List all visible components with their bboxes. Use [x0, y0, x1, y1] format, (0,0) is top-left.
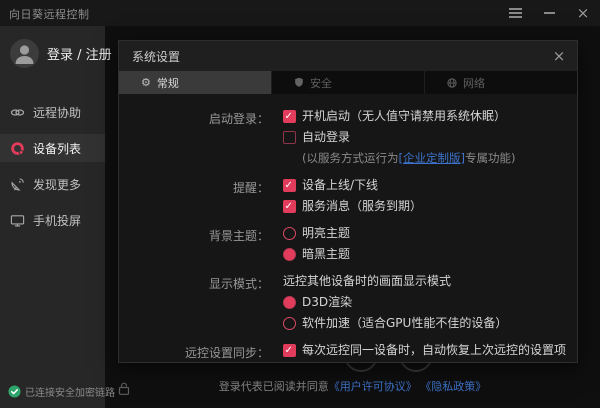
sidebar-item-label: 远程协助	[33, 105, 82, 120]
option-label: 每次远控同一设备时，自动恢复上次远控的设置项	[302, 343, 567, 357]
option-service-message[interactable]: 服务消息（服务到期）	[283, 199, 422, 214]
agreement-prefix: 登录代表已阅读并同意	[218, 380, 329, 393]
screen-mirror-icon	[10, 214, 25, 226]
row-label: 启动登录：	[208, 112, 269, 126]
tab-security[interactable]: 安全	[271, 71, 424, 94]
option-label: 服务消息（服务到期）	[302, 199, 423, 213]
row-label: 远控设置同步：	[184, 346, 269, 360]
avatar	[10, 39, 39, 68]
connection-status: 已连接安全加密链路	[8, 384, 115, 399]
menu-icon[interactable]	[498, 0, 532, 26]
gear-icon: ⚙	[141, 76, 151, 89]
setting-row-display: 显示模式： 远控其他设备时的画面显示模式 D3D渲染 软件加速（适合GPU性能不…	[119, 274, 577, 331]
option-label: 自动登录	[302, 130, 351, 144]
option-auto-login[interactable]: 自动登录	[283, 130, 515, 145]
sidebar-item-label: 发现更多	[33, 177, 82, 192]
checkbox-checked[interactable]	[283, 343, 296, 358]
display-mode-description: 远控其他设备时的画面显示模式	[283, 274, 452, 288]
sidebar-item-discover[interactable]: 发现更多	[0, 170, 105, 198]
satellite-dish-icon	[11, 177, 24, 191]
app-title: 向日葵远程控制	[9, 8, 90, 21]
option-dark-theme[interactable]: 暗黑主题	[283, 247, 350, 262]
shield-icon	[295, 77, 303, 87]
dialog-tabs: ⚙ 常规 安全 网络	[119, 71, 577, 94]
setting-row-remind: 提醒： 设备上线/下线 服务消息（服务到期）	[119, 178, 577, 214]
radio-selected[interactable]	[283, 296, 296, 309]
privacy-policy-link[interactable]: 《隐私政策》	[420, 380, 486, 393]
row-label: 提醒：	[232, 181, 269, 195]
option-label: 暗黑主题	[302, 247, 351, 261]
dialog-title: 系统设置	[132, 49, 181, 64]
dialog-close-icon[interactable]: ×	[550, 47, 568, 65]
option-label: D3D渲染	[302, 295, 353, 309]
option-light-theme[interactable]: 明亮主题	[283, 226, 350, 241]
title-bar: 向日葵远程控制 ×	[0, 0, 600, 26]
dialog-header: 系统设置 ×	[119, 41, 577, 71]
radio-selected[interactable]	[283, 248, 296, 261]
system-settings-dialog: 系统设置 × ⚙ 常规 安全 网络 启动登录： 开机启动（无人值守请	[118, 40, 578, 363]
row-label: 显示模式：	[208, 277, 269, 291]
login-area[interactable]: 登录 / 注册	[0, 26, 112, 74]
tab-general[interactable]: ⚙ 常规	[119, 71, 271, 94]
sidebar-item-phone-cast[interactable]: 手机投屏	[0, 206, 105, 234]
dialog-body: 启动登录： 开机启动（无人值守请禁用系统休眠） 自动登录 (以服务方式运行为[企…	[119, 94, 577, 361]
row-label: 背景主题：	[208, 229, 269, 243]
startup-note: (以服务方式运行为[企业定制版]专属功能)	[302, 151, 516, 165]
secure-badge-icon	[8, 385, 21, 398]
agreement-line: 登录代表已阅读并同意《用户许可协议》 《隐私政策》	[105, 378, 600, 394]
sidebar: 登录 / 注册 远程协助 设备列表 发现更多 手机投屏 已连接安全加密链路	[0, 26, 115, 408]
option-label: 明亮主题	[302, 226, 351, 240]
close-window-icon[interactable]: ×	[566, 0, 600, 26]
option-label: 开机启动（无人值守请禁用系统休眠）	[302, 109, 507, 123]
sidebar-item-device-list[interactable]: 设备列表	[0, 134, 105, 162]
setting-row-sync: 远控设置同步： 每次远控同一设备时，自动恢复上次远控的设置项	[119, 343, 577, 361]
option-d3d-render[interactable]: D3D渲染	[283, 295, 507, 310]
login-register-label: 登录 / 注册	[47, 48, 112, 63]
window-controls: ×	[498, 0, 600, 26]
user-icon	[10, 39, 39, 68]
option-sync-settings[interactable]: 每次远控同一设备时，自动恢复上次远控的设置项	[283, 343, 566, 358]
connection-status-text: 已连接安全加密链路	[25, 388, 115, 399]
tab-label: 常规	[156, 76, 179, 90]
tab-label: 网络	[463, 76, 485, 90]
link-icon	[10, 108, 25, 116]
checkbox-checked[interactable]	[283, 199, 296, 214]
option-software-accel[interactable]: 软件加速（适合GPU性能不佳的设备）	[283, 316, 507, 331]
option-device-online[interactable]: 设备上线/下线	[283, 178, 422, 193]
minimize-icon[interactable]	[532, 0, 566, 26]
sidebar-item-label: 手机投屏	[33, 213, 82, 228]
option-label: 软件加速（适合GPU性能不佳的设备）	[302, 316, 508, 330]
option-label: 设备上线/下线	[302, 178, 379, 192]
tab-label: 安全	[310, 76, 332, 90]
option-boot-start[interactable]: 开机启动（无人值守请禁用系统休眠）	[283, 109, 515, 124]
checkbox-unchecked[interactable]	[283, 131, 296, 144]
checkbox-checked[interactable]	[283, 178, 296, 193]
setting-row-theme: 背景主题： 明亮主题 暗黑主题	[119, 226, 577, 262]
tab-network[interactable]: 网络	[424, 71, 577, 94]
sidebar-item-label: 设备列表	[33, 141, 82, 156]
enterprise-edition-link[interactable]: [企业定制版]	[399, 151, 465, 165]
radio-unselected[interactable]	[283, 317, 296, 330]
sidebar-nav: 远程协助 设备列表 发现更多 手机投屏	[0, 98, 105, 234]
sunflower-logo-icon	[11, 141, 24, 155]
globe-icon	[447, 77, 457, 88]
setting-row-startup: 启动登录： 开机启动（无人值守请禁用系统休眠） 自动登录 (以服务方式运行为[企…	[119, 109, 577, 166]
license-agreement-link[interactable]: 《用户许可协议》	[329, 380, 417, 393]
checkbox-checked[interactable]	[283, 109, 296, 124]
sidebar-item-remote-assist[interactable]: 远程协助	[0, 98, 105, 126]
radio-unselected[interactable]	[283, 227, 296, 240]
